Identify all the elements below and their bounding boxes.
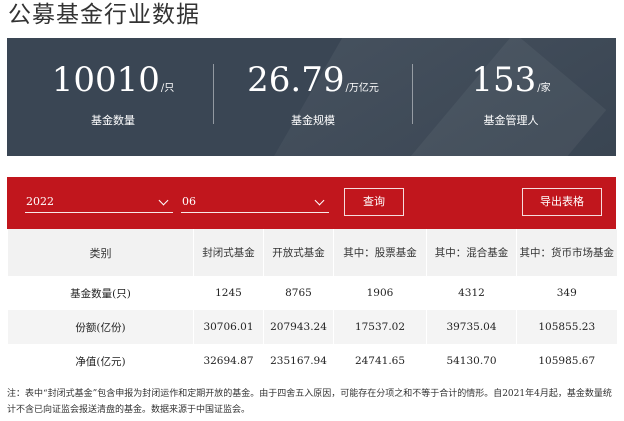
table-cell: 349	[516, 276, 617, 310]
stat-fund-managers: 153/家 基金管理人	[411, 38, 611, 156]
table-cell: 1245	[193, 276, 264, 310]
stat-label: 基金规模	[291, 114, 335, 127]
column-header: 其中：股票基金	[333, 229, 427, 276]
stat-unit: /家	[537, 83, 551, 94]
table-cell: 30706.01	[193, 310, 264, 344]
fund-data-table: 类别 封闭式基金 开放式基金 其中：股票基金 其中：混合基金 其中：货币市场基金…	[7, 229, 617, 378]
stats-banner: 10010/只 基金数量 26.79/万亿元 基金规模 153/家 基金管理人	[7, 38, 616, 156]
stat-value: 10010	[51, 60, 160, 100]
row-label: 份额(亿份)	[7, 310, 194, 344]
month-select[interactable]: 06	[181, 191, 329, 213]
footnote: 注：表中“封闭式基金”包含申报为封闭运作和定期开放的基金。由于四舍五入原因，可能…	[7, 389, 612, 415]
chevron-down-icon	[314, 195, 325, 206]
column-header: 开放式基金	[263, 229, 334, 276]
column-header: 类别	[7, 229, 194, 276]
stat-unit: /万亿元	[345, 83, 379, 94]
table-cell: 39735.04	[426, 310, 517, 344]
chevron-down-icon	[158, 195, 169, 206]
column-header: 其中：混合基金	[426, 229, 517, 276]
stat-fund-count: 10010/只 基金数量	[13, 38, 213, 156]
table-header-row: 类别 封闭式基金 开放式基金 其中：股票基金 其中：混合基金 其中：货币市场基金	[7, 229, 617, 276]
stat-value: 153	[471, 60, 537, 100]
table-cell: 207943.24	[263, 310, 334, 344]
table-cell: 8765	[263, 276, 334, 310]
stat-fund-size: 26.79/万亿元 基金规模	[213, 38, 413, 156]
stat-label: 基金数量	[91, 114, 135, 127]
export-table-button[interactable]: 导出表格	[522, 188, 602, 216]
table-cell: 32694.87	[193, 344, 264, 378]
table-cell: 105855.23	[516, 310, 617, 344]
stat-unit: /只	[160, 83, 175, 94]
stat-value: 26.79	[247, 60, 345, 100]
table-cell: 17537.02	[333, 310, 427, 344]
table-cell: 4312	[426, 276, 517, 310]
table-cell: 105985.67	[516, 344, 617, 378]
table-cell: 54130.70	[426, 344, 517, 378]
table-row: 基金数量(只) 1245 8765 1906 4312 349	[7, 276, 617, 310]
table-cell: 1906	[333, 276, 427, 310]
row-label: 净值(亿元)	[7, 344, 194, 378]
column-header: 封闭式基金	[193, 229, 264, 276]
table-cell: 235167.94	[263, 344, 334, 378]
table-row: 份额(亿份) 30706.01 207943.24 17537.02 39735…	[7, 310, 617, 344]
stat-label: 基金管理人	[483, 114, 539, 127]
query-button[interactable]: 查询	[344, 188, 404, 216]
year-select-value: 2022	[26, 195, 54, 208]
month-select-value: 06	[182, 195, 196, 208]
page-title: 公募基金行业数据	[8, 2, 200, 28]
table-cell: 24741.65	[333, 344, 427, 378]
filter-toolbar: 2022 06 查询 导出表格	[7, 177, 616, 229]
year-select[interactable]: 2022	[25, 191, 173, 213]
table-row: 净值(亿元) 32694.87 235167.94 24741.65 54130…	[7, 344, 617, 378]
row-label: 基金数量(只)	[7, 276, 194, 310]
column-header: 其中：货币市场基金	[516, 229, 617, 276]
